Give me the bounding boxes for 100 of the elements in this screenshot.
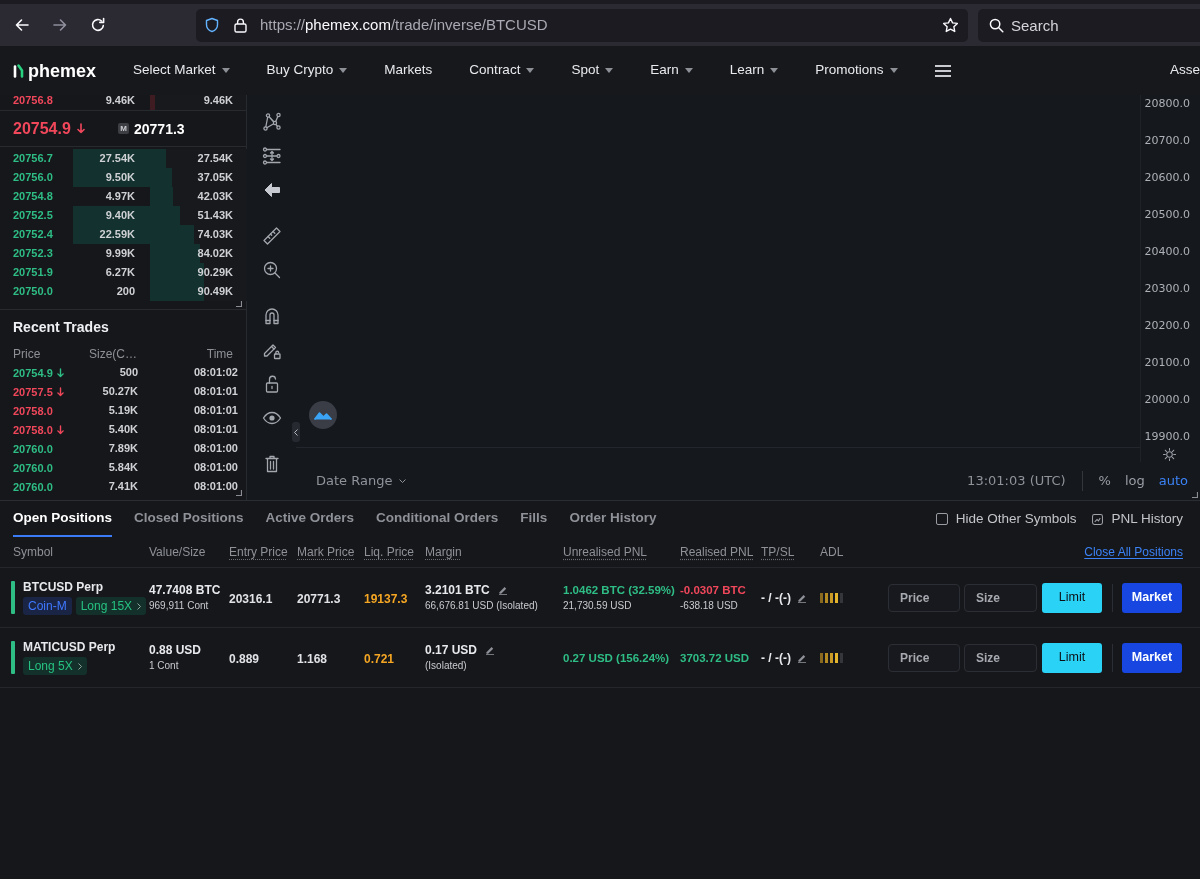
market-button[interactable]: Market [1122,582,1182,613]
star-icon[interactable] [942,16,959,34]
nav-menu-item[interactable]: Promotions [815,60,898,81]
logo-text[interactable]: phemex [28,61,97,80]
shield-icon[interactable] [204,17,220,33]
price-text: 20756.0 [13,171,53,184]
checkbox[interactable] [935,513,948,525]
price-text: 20752.4 [13,228,53,241]
nav-menu-item[interactable]: Buy Crypto [266,60,348,81]
chevron-right-icon [137,602,142,610]
size-text: 969,911 Cont [149,600,209,612]
realised-pnl-text: -0.0307 BTC [680,583,746,597]
price-text: 20756.8 [13,95,53,107]
limit-button[interactable]: Limit [1042,642,1102,673]
logo-icon[interactable] [13,62,24,79]
resize-corner-icon[interactable] [236,490,242,496]
nav-menu-item[interactable]: Earn [650,60,693,81]
price-text: 20754.8 [13,190,53,203]
size-text: 50.27K [102,385,138,398]
sun-icon[interactable] [1163,448,1176,461]
tab[interactable]: Active Orders [265,501,355,537]
size-input[interactable]: Size [964,583,1037,612]
column-header: Price [13,346,41,361]
symbol-text: MATICUSD Perp [23,640,116,654]
nodes-icon[interactable] [261,112,282,132]
size-text: 7.89K [108,442,138,455]
limit-button[interactable]: Limit [1042,582,1102,613]
scale-option[interactable]: auto [1158,471,1188,491]
pnl-detail-text: -638.18 USD [680,600,738,612]
nav-menu-item[interactable]: Markets [384,60,433,81]
lock-icon[interactable] [233,17,248,33]
price-input[interactable]: Price [888,583,960,612]
close-all-link[interactable]: Close All Positions [1084,545,1183,559]
mountain-logo-icon[interactable] [309,401,337,429]
price-axis-label: 20700.0 [1144,134,1190,148]
scale-option[interactable]: % [1098,471,1111,491]
tab[interactable]: Order History [569,501,657,537]
tab[interactable]: Closed Positions [134,501,244,537]
size-text: 27.54K [99,152,135,165]
margin-text: 0.17 USD [425,643,478,657]
column-header: Time [206,346,233,361]
reload-icon[interactable] [90,17,106,33]
column-header: Margin [425,545,462,559]
margin-text: 3.2101 BTC [425,583,490,597]
tab[interactable]: Fills [520,501,548,537]
price-axis-label: 20800.0 [1144,97,1190,111]
chevron-down-icon [399,479,407,483]
zoom-in-icon[interactable] [261,260,282,280]
time-text: 08:01:01 [193,404,238,417]
nav-menu-item[interactable]: Select Market [133,60,230,81]
nav-menu-item[interactable]: Asse [1170,60,1200,81]
size-text: 9.50K [105,171,135,184]
tab[interactable]: Conditional Orders [376,501,499,537]
price-input[interactable]: Price [888,643,960,672]
price-text: 20756.7 [13,152,53,165]
price-text: 20760.0 [13,480,53,493]
size-input[interactable]: Size [964,643,1037,672]
margin-detail-text: (Isolated) [425,660,467,672]
price-text: 20751.9 [13,266,53,279]
nav-menu-item[interactable]: Learn [729,60,779,81]
column-header: Realised PNL [680,545,754,559]
pencil-icon[interactable] [797,592,807,603]
chevron-right-icon [77,662,82,670]
pencil-icon[interactable] [797,652,807,663]
total-text: 42.03K [197,190,233,203]
market-button[interactable]: Market [1122,642,1182,673]
total-text: 9.46K [203,95,233,107]
size-text: 9.46K [105,95,135,107]
checkbox-label[interactable]: Hide Other Symbols [955,508,1077,530]
total-text: 37.05K [197,171,233,184]
menu-icon[interactable] [934,64,951,77]
time-text: 08:01:02 [193,366,238,379]
time-text: 08:01:00 [193,461,238,474]
nav-menu-item[interactable]: Spot [571,60,614,81]
leverage-tag[interactable]: Long 5X [23,657,87,675]
tab[interactable]: Open Positions [13,501,112,537]
ruler-icon[interactable] [261,226,282,246]
nav-menu-item[interactable]: Contract [469,60,535,81]
price-axis-label: 20200.0 [1144,319,1190,333]
resize-corner-icon[interactable] [1192,492,1198,498]
pencil-icon[interactable] [497,585,508,595]
value-text: 0.88 USD [149,643,202,657]
chart-icon[interactable] [1092,513,1104,525]
pnl-history-link[interactable]: PNL History [1111,508,1183,530]
scale-option[interactable]: log [1124,471,1145,491]
search-field[interactable]: Search [978,8,1200,42]
collapse-tab[interactable] [292,422,300,442]
leverage-tag[interactable]: Long 15X [75,597,147,615]
column-header: Liq. Price [364,545,415,559]
address-bar[interactable]: https://phemex.com/trade/inverse/BTCUSD [196,8,968,42]
price-text: 20760.0 [13,442,53,455]
resize-corner-icon[interactable] [236,301,242,307]
horizontal-lines-icon[interactable] [261,146,282,166]
url-text[interactable]: https://phemex.com/trade/inverse/BTCUSD [260,13,548,37]
date-range-dropdown[interactable]: Date Range [316,471,407,491]
arrow-left-icon[interactable] [14,17,30,33]
size-text: 22.59K [99,228,135,241]
pencil-icon[interactable] [485,645,496,655]
price-text: 20754.9 [13,366,53,379]
size-text: 500 [119,366,138,379]
